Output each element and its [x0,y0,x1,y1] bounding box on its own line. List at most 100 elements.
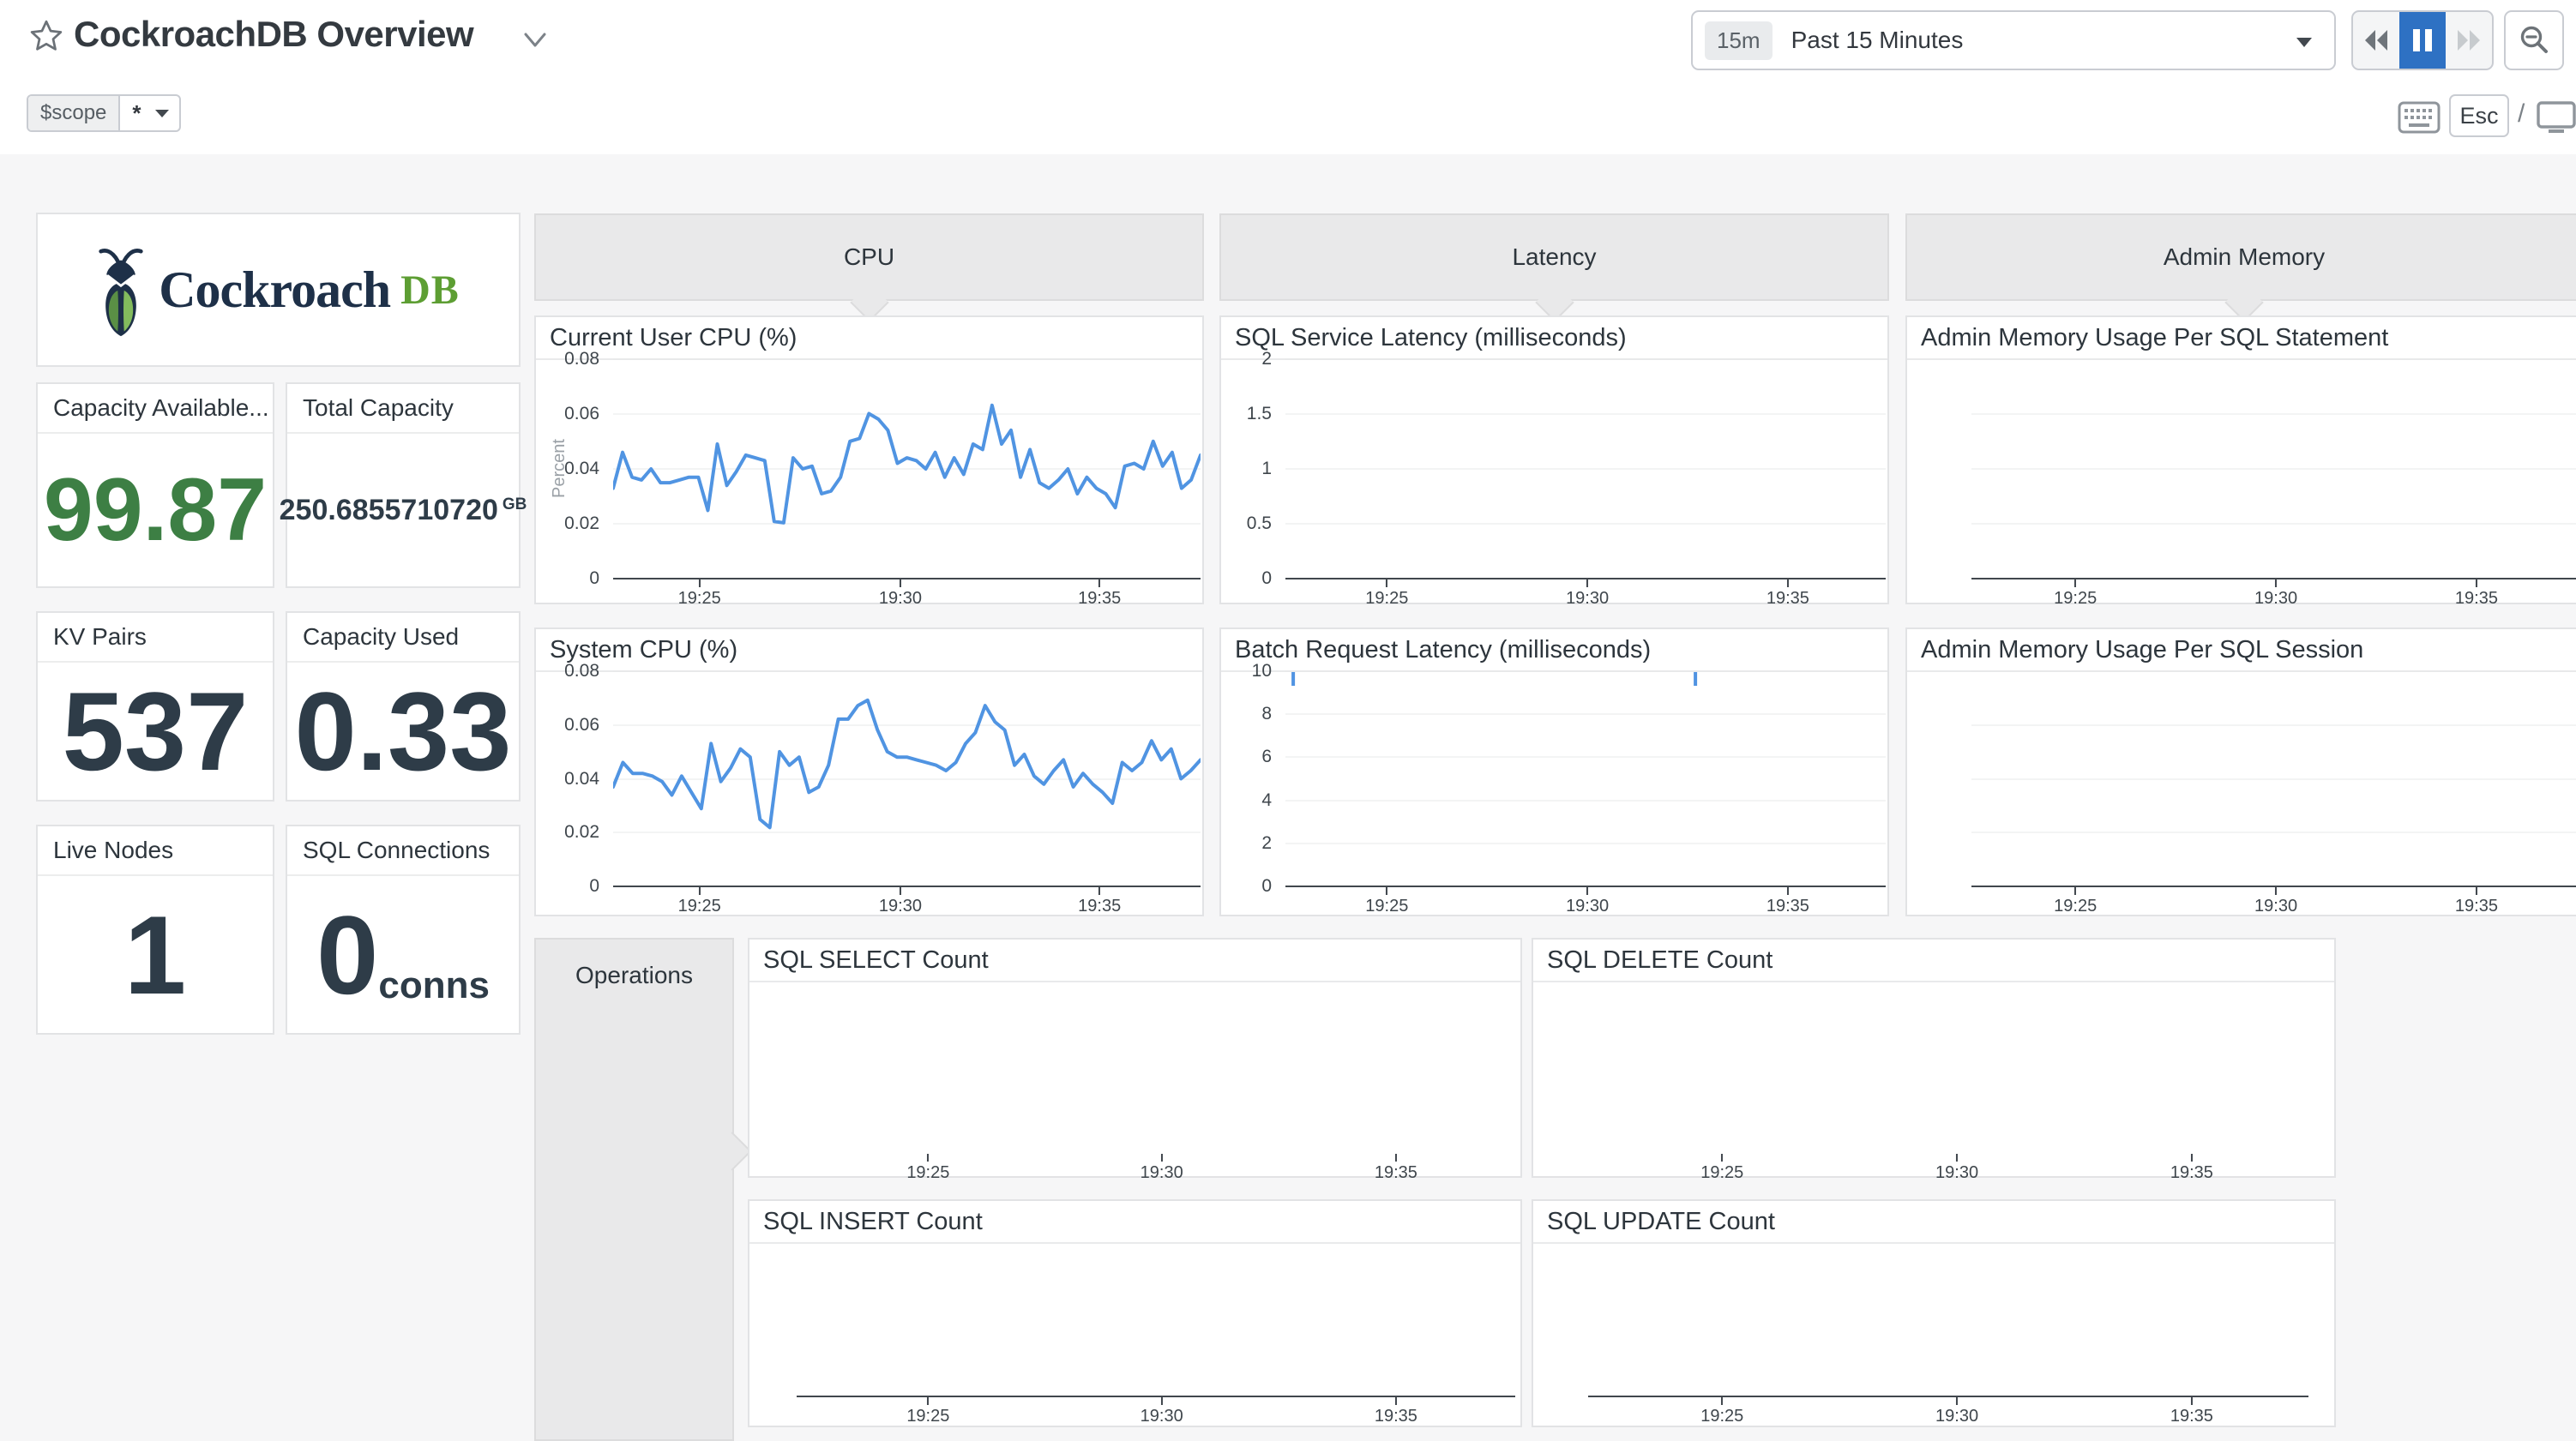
stat-unit: conns [378,964,490,1007]
x-axis-labels: 19:25 19:30 19:35 [1285,579,1886,610]
group-header-cpu[interactable]: CPU [534,213,1204,301]
chart-panel-sql-delete-count[interactable]: SQL DELETE Count 19:2519:3019:35 [1532,938,2336,1178]
x-tick: 19:35 [1375,1154,1417,1183]
x-tick: 19:35 [1766,887,1809,916]
x-axis-labels: 19:25 19:30 19:35 [613,887,1201,918]
chevron-down-icon[interactable] [523,31,547,50]
stat-value: 0.33 [294,667,511,796]
template-variable-selector[interactable]: $scope * [27,94,181,132]
plot-area [797,981,1515,1154]
logo-text-secondary: DB [400,267,460,314]
time-range-label: Past 15 Minutes [1791,27,1964,54]
chart-panel-admin-memory-per-session[interactable]: Admin Memory Usage Per SQL Session 19:25… [1905,627,2576,916]
chart-panel-admin-memory-per-statement[interactable]: Admin Memory Usage Per SQL Statement 19:… [1905,315,2576,604]
stat-card-capacity-available[interactable]: Capacity Available... 99.87 [36,382,274,588]
cockroach-bug-icon [97,240,145,339]
plot-area [1971,358,2576,579]
stat-title: Capacity Available... [38,384,273,434]
x-axis-labels: 19:2519:3019:35 [613,579,1201,610]
monitor-icon[interactable] [2537,101,2576,135]
chart-title: SQL INSERT Count [749,1201,1520,1244]
y-axis-labels: 1086420 [1221,670,1280,887]
caret-down-icon [2296,38,2312,47]
x-tick: 19:25 [1700,1154,1743,1183]
stat-value: 537 [63,667,249,796]
chart-panel-batch-request-latency[interactable]: Batch Request Latency (milliseconds) 108… [1219,627,1889,916]
x-tick: 19:35 [2170,1154,2213,1183]
stat-card-live-nodes[interactable]: Live Nodes 1 [36,825,274,1035]
x-tick: 19:30 [2254,887,2297,916]
chart-panel-current-user-cpu[interactable]: Current User CPU (%) Percent 0.080.060.0… [534,315,1204,604]
chart-title: Admin Memory Usage Per SQL Session [1907,629,2576,672]
x-tick: 19:25 [2054,579,2097,609]
x-tick: 19:30 [1141,1397,1183,1426]
y-axis-labels: 0.080.060.040.020 [536,358,608,579]
favorite-star-icon[interactable] [29,19,63,53]
x-tick: 19:30 [879,887,922,916]
playback-controls [2351,10,2494,70]
plot-area [1588,1242,2308,1397]
x-tick: 19:35 [1078,887,1121,916]
x-axis-labels: 19:2519:3019:35 [1971,579,2576,610]
chart-panel-system-cpu[interactable]: System CPU (%) 0.080.060.040.020 19:2519… [534,627,1204,916]
stat-card-capacity-used[interactable]: Capacity Used 0.33 [286,611,521,802]
y-axis-labels: 0.080.060.040.020 [536,670,608,887]
x-tick: 19:25 [906,1154,949,1183]
x-tick: 19:30 [879,579,922,609]
plot-area [1588,981,2308,1154]
x-axis-labels: 19:25 19:30 19:35 [797,1154,1515,1185]
group-header-admin-memory[interactable]: Admin Memory [1905,213,2576,301]
chart-title: SQL DELETE Count [1533,940,2334,982]
zoom-out-button[interactable] [2504,10,2564,70]
group-header-operations[interactable]: Operations [534,938,734,1441]
x-tick: 19:25 [906,1397,949,1426]
stat-value: 0 [316,891,378,1019]
x-tick: 19:35 [1375,1397,1417,1426]
stat-value: 250.6855710720 [280,494,498,527]
x-tick: 19:30 [1141,1154,1183,1183]
stat-title: Total Capacity [287,384,519,434]
chart-panel-sql-service-latency[interactable]: SQL Service Latency (milliseconds) 21.51… [1219,315,1889,604]
stat-unit: GB [503,495,527,514]
plot-area [1285,358,1886,579]
stat-title: Live Nodes [38,826,273,876]
stat-value: 1 [124,891,186,1019]
x-tick: 19:35 [1766,579,1809,609]
cockroachdb-logo-card[interactable]: Cockroach DB [36,213,521,367]
x-tick: 19:35 [2455,887,2498,916]
slash-separator: / [2518,99,2525,129]
x-tick: 19:25 [678,579,721,609]
fast-forward-button[interactable] [2446,12,2492,69]
stat-card-total-capacity[interactable]: Total Capacity 250.6855710720GB [286,382,521,588]
chart-panel-sql-update-count[interactable]: SQL UPDATE Count 19:2519:3019:35 [1532,1199,2336,1427]
esc-button[interactable]: Esc [2449,94,2509,137]
chart-title: System CPU (%) [536,629,1202,672]
x-axis-labels: 19:2519:3019:35 [1285,887,1886,918]
stat-card-sql-connections[interactable]: SQL Connections 0conns [286,825,521,1035]
page-title: CockroachDB Overview [74,14,473,55]
keyboard-icon[interactable] [2398,101,2441,134]
pause-icon [2411,28,2434,52]
rewind-button[interactable] [2353,12,2399,69]
time-range-selector[interactable]: 15m Past 15 Minutes [1691,10,2336,70]
chart-panel-sql-select-count[interactable]: SQL SELECT Count 19:2519:3019:35 [748,938,1522,1178]
chart-panel-sql-insert-count[interactable]: SQL INSERT Count 19:25 19:30 19:35 [748,1199,1522,1427]
pause-button[interactable] [2399,12,2446,69]
x-tick: 19:35 [2455,579,2498,609]
x-tick: 19:25 [678,887,721,916]
stat-title: KV Pairs [38,613,273,663]
x-tick: 19:30 [1935,1397,1978,1426]
group-header-latency[interactable]: Latency [1219,213,1889,301]
x-axis-labels: 19:25 19:30 19:35 [1971,887,2576,918]
plot-area [1971,670,2576,887]
x-tick: 19:30 [1566,579,1609,609]
stat-card-kv-pairs[interactable]: KV Pairs 537 [36,611,274,802]
x-tick: 19:25 [2054,887,2097,916]
template-variable-value: * [120,96,153,130]
x-tick: 19:35 [2170,1397,2213,1426]
time-range-badge: 15m [1705,21,1773,60]
x-tick: 19:25 [1365,579,1408,609]
x-tick: 19:25 [1700,1397,1743,1426]
group-label: Operations [536,962,732,989]
chart-title: SQL Service Latency (milliseconds) [1221,317,1887,360]
